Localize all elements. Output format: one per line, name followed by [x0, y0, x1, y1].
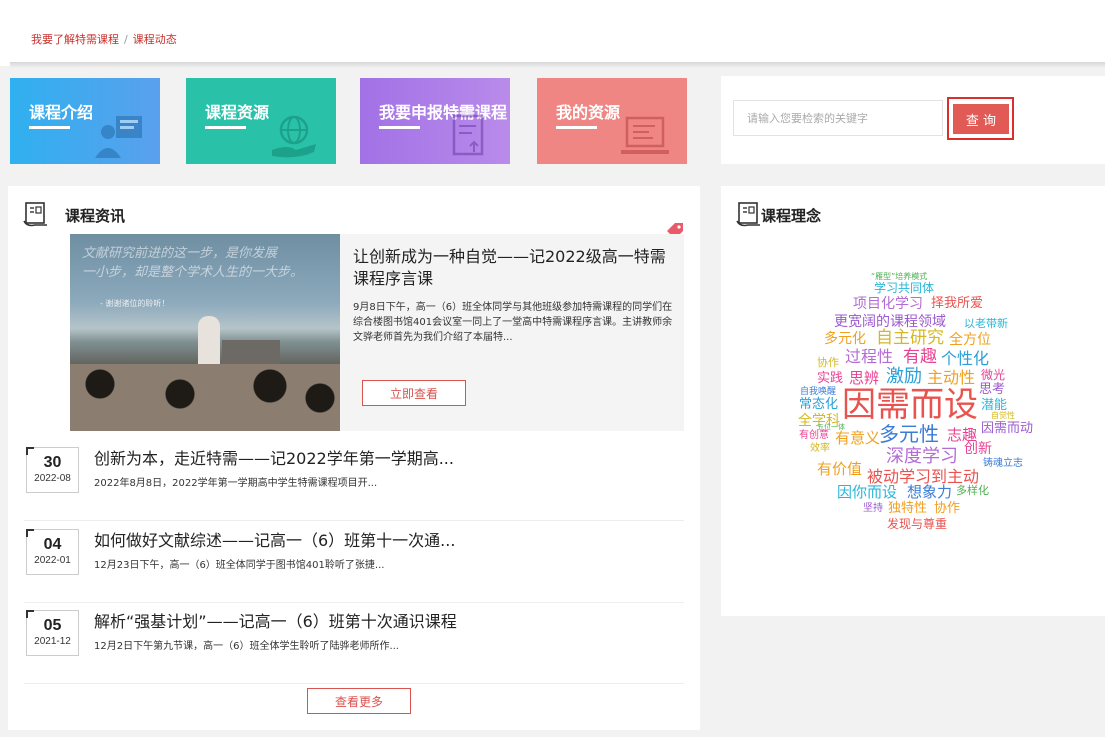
- document-upload-icon: [452, 114, 484, 156]
- word-cloud-term: 以老带新: [964, 317, 1008, 330]
- date-badge: 30 2022-08: [26, 447, 79, 493]
- word-cloud-term: 自主研究: [876, 328, 944, 348]
- featured-title[interactable]: 让创新成为一种自觉——记2022级高一特需课程序言课: [353, 246, 673, 290]
- news-item-desc: 12月2日下午第九节课，高一（6）班全体学生聆听了陆骅老师所作...: [94, 641, 399, 652]
- globe-hand-icon: [272, 115, 316, 158]
- news-item-title[interactable]: 解析“强基计划”——记高一（6）班第十次通识课程: [94, 608, 457, 632]
- word-cloud-term: 协作: [817, 356, 839, 369]
- word-cloud-term: 多样化: [956, 484, 989, 497]
- tile-underline: [29, 126, 70, 129]
- photo-caption: - 谢谢诸位的聆听！: [100, 299, 170, 308]
- tile-my-resources[interactable]: 我的资源: [537, 78, 687, 164]
- word-cloud-term: 独特性: [888, 501, 928, 516]
- news-item-desc: 2022年8月8日，2022学年第一学期高中学生特需课程项目开...: [94, 478, 378, 489]
- word-cloud-term: 全方位: [949, 332, 991, 348]
- word-cloud-term: 主动性: [927, 368, 976, 387]
- news-title: 课程资讯: [65, 207, 126, 225]
- nav-tiles: 课程介绍 课程资源 我要申报特需课程 我的资源: [8, 72, 700, 176]
- audience-figure: [70, 364, 340, 431]
- word-cloud: “雁型”培养模式 学习共同体 项目化学习 择我所爱更宽阔的课程领域 以老带新多元化 自主研…: [721, 186, 1105, 616]
- tile-label: 课程介绍: [29, 103, 94, 122]
- word-cloud-term: 潜能: [981, 398, 1008, 413]
- word-cloud-term: 有意义: [835, 429, 881, 447]
- photo-calligraphy: 文献研究前进的这一步，是你发展 一小步，却是整个学术人生的一大步。: [82, 246, 304, 280]
- date-badge: 04 2022-01: [26, 529, 79, 575]
- search-panel: 查 询: [721, 76, 1105, 164]
- footer-strip: [0, 730, 1105, 737]
- view-now-button[interactable]: 立即查看: [362, 380, 466, 406]
- laptop-document-icon: [621, 116, 669, 154]
- header-bar: 我要了解特需课程 / 课程动态: [0, 0, 1105, 66]
- book-icon: [23, 202, 47, 227]
- word-cloud-term: 有创意: [799, 430, 829, 441]
- news-item-desc: 12月23日下午，高一（6）班全体同学于图书馆401聆听了张捷...: [94, 560, 385, 571]
- word-cloud-term: 思辨: [849, 369, 880, 387]
- word-cloud-term: 项目化学习: [853, 296, 923, 312]
- word-cloud-term: 有趣: [903, 347, 937, 367]
- word-cloud-term: 个性化: [941, 349, 990, 368]
- word-cloud-term: 激励: [886, 366, 922, 387]
- search-button[interactable]: 查 询: [953, 104, 1009, 134]
- concept-panel: 课程理念 “雁型”培养模式 学习共同体 项目化学习 择我所爱 更宽阔的课程领域 以老带新多…: [721, 186, 1105, 616]
- word-cloud-term: 更宽阔的课程领域: [834, 314, 946, 330]
- word-cloud-term: 多元性: [879, 422, 939, 446]
- tile-underline: [556, 126, 597, 129]
- word-cloud-term: 多元化: [824, 331, 866, 347]
- news-list-item[interactable]: 04 2022-01 如何做好文献综述——记高一（6）班第十一次通... 12月2…: [24, 523, 684, 603]
- person-board-icon: [95, 116, 142, 158]
- tile-label: 我的资源: [556, 103, 621, 122]
- tile-course-intro[interactable]: 课程介绍: [10, 78, 160, 164]
- word-cloud-term: 协作: [934, 501, 961, 516]
- word-cloud-term: 效率: [810, 443, 830, 454]
- news-list-item[interactable]: 30 2022-08 创新为本，走近特需——记2022学年第一学期高... 202…: [24, 441, 684, 521]
- breadcrumb-current[interactable]: 课程动态: [133, 33, 177, 46]
- breadcrumb-link-about[interactable]: 我要了解特需课程: [31, 33, 119, 46]
- featured-photo[interactable]: 文献研究前进的这一步，是你发展 一小步，却是整个学术人生的一大步。 - 谢谢诸位的…: [70, 234, 340, 431]
- word-cloud-term: 铸魂立志: [983, 458, 1023, 469]
- breadcrumb: 我要了解特需课程 / 课程动态: [31, 31, 177, 47]
- breadcrumb-separator: /: [124, 33, 128, 46]
- tile-underline: [205, 126, 246, 129]
- news-panel: 课程资讯 文献研究前进的这一步，是你发展 一小步，却是整个学术人生的一大步。 - …: [8, 186, 700, 730]
- word-cloud-term: 自我唤醒: [800, 387, 837, 397]
- word-cloud-term: 过程性: [845, 347, 894, 366]
- header-divider: [10, 62, 1105, 68]
- search-button-highlight: 查 询: [947, 97, 1014, 140]
- tile-underline: [379, 126, 420, 129]
- word-cloud-term: 思考: [979, 382, 1006, 397]
- news-item-title[interactable]: 创新为本，走近特需——记2022学年第一学期高...: [94, 445, 454, 469]
- word-cloud-term: 有价值: [817, 460, 863, 478]
- word-cloud-term: 实践: [817, 371, 844, 386]
- word-cloud-term: 学习共同体: [874, 281, 935, 295]
- view-more-button[interactable]: 查看更多: [307, 688, 411, 714]
- word-cloud-term: 微光: [981, 368, 1006, 382]
- featured-article[interactable]: 文献研究前进的这一步，是你发展 一小步，却是整个学术人生的一大步。 - 谢谢诸位的…: [70, 234, 684, 431]
- word-cloud-term: 因需而动: [981, 421, 1034, 436]
- tile-label: 课程资源: [205, 103, 270, 122]
- news-item-title[interactable]: 如何做好文献综述——记高一（6）班第十一次通...: [94, 527, 455, 551]
- podium-figure: [222, 340, 280, 366]
- word-cloud-term: 坚持: [863, 503, 883, 514]
- date-badge: 05 2021-12: [26, 610, 79, 656]
- word-cloud-term: 创新: [964, 441, 992, 457]
- word-cloud-term: 常态化: [799, 397, 839, 412]
- search-input[interactable]: [733, 100, 943, 136]
- featured-desc: 9月8日下午，高一（6）班全体同学与其他班级参加特需课程的同学们在综合楼图书馆4…: [353, 302, 673, 343]
- tile-course-resources[interactable]: 课程资源: [186, 78, 336, 164]
- word-cloud-term: 深度学习: [886, 446, 958, 467]
- tile-apply-course[interactable]: 我要申报特需课程: [360, 78, 510, 164]
- word-cloud-term: “雁型”培养模式: [871, 272, 928, 281]
- news-list-item[interactable]: 05 2021-12 解析“强基计划”——记高一（6）班第十次通识课程 12月2日…: [24, 604, 684, 684]
- word-cloud-term: 择我所爱: [931, 296, 984, 311]
- word-cloud-term: 因你而设: [837, 483, 898, 501]
- word-cloud-term: 自觉性: [991, 411, 1015, 420]
- word-cloud-term: 想象力: [907, 483, 953, 501]
- word-cloud-term: 因需而设: [842, 385, 978, 425]
- word-cloud-term: 发现与尊重: [887, 517, 948, 531]
